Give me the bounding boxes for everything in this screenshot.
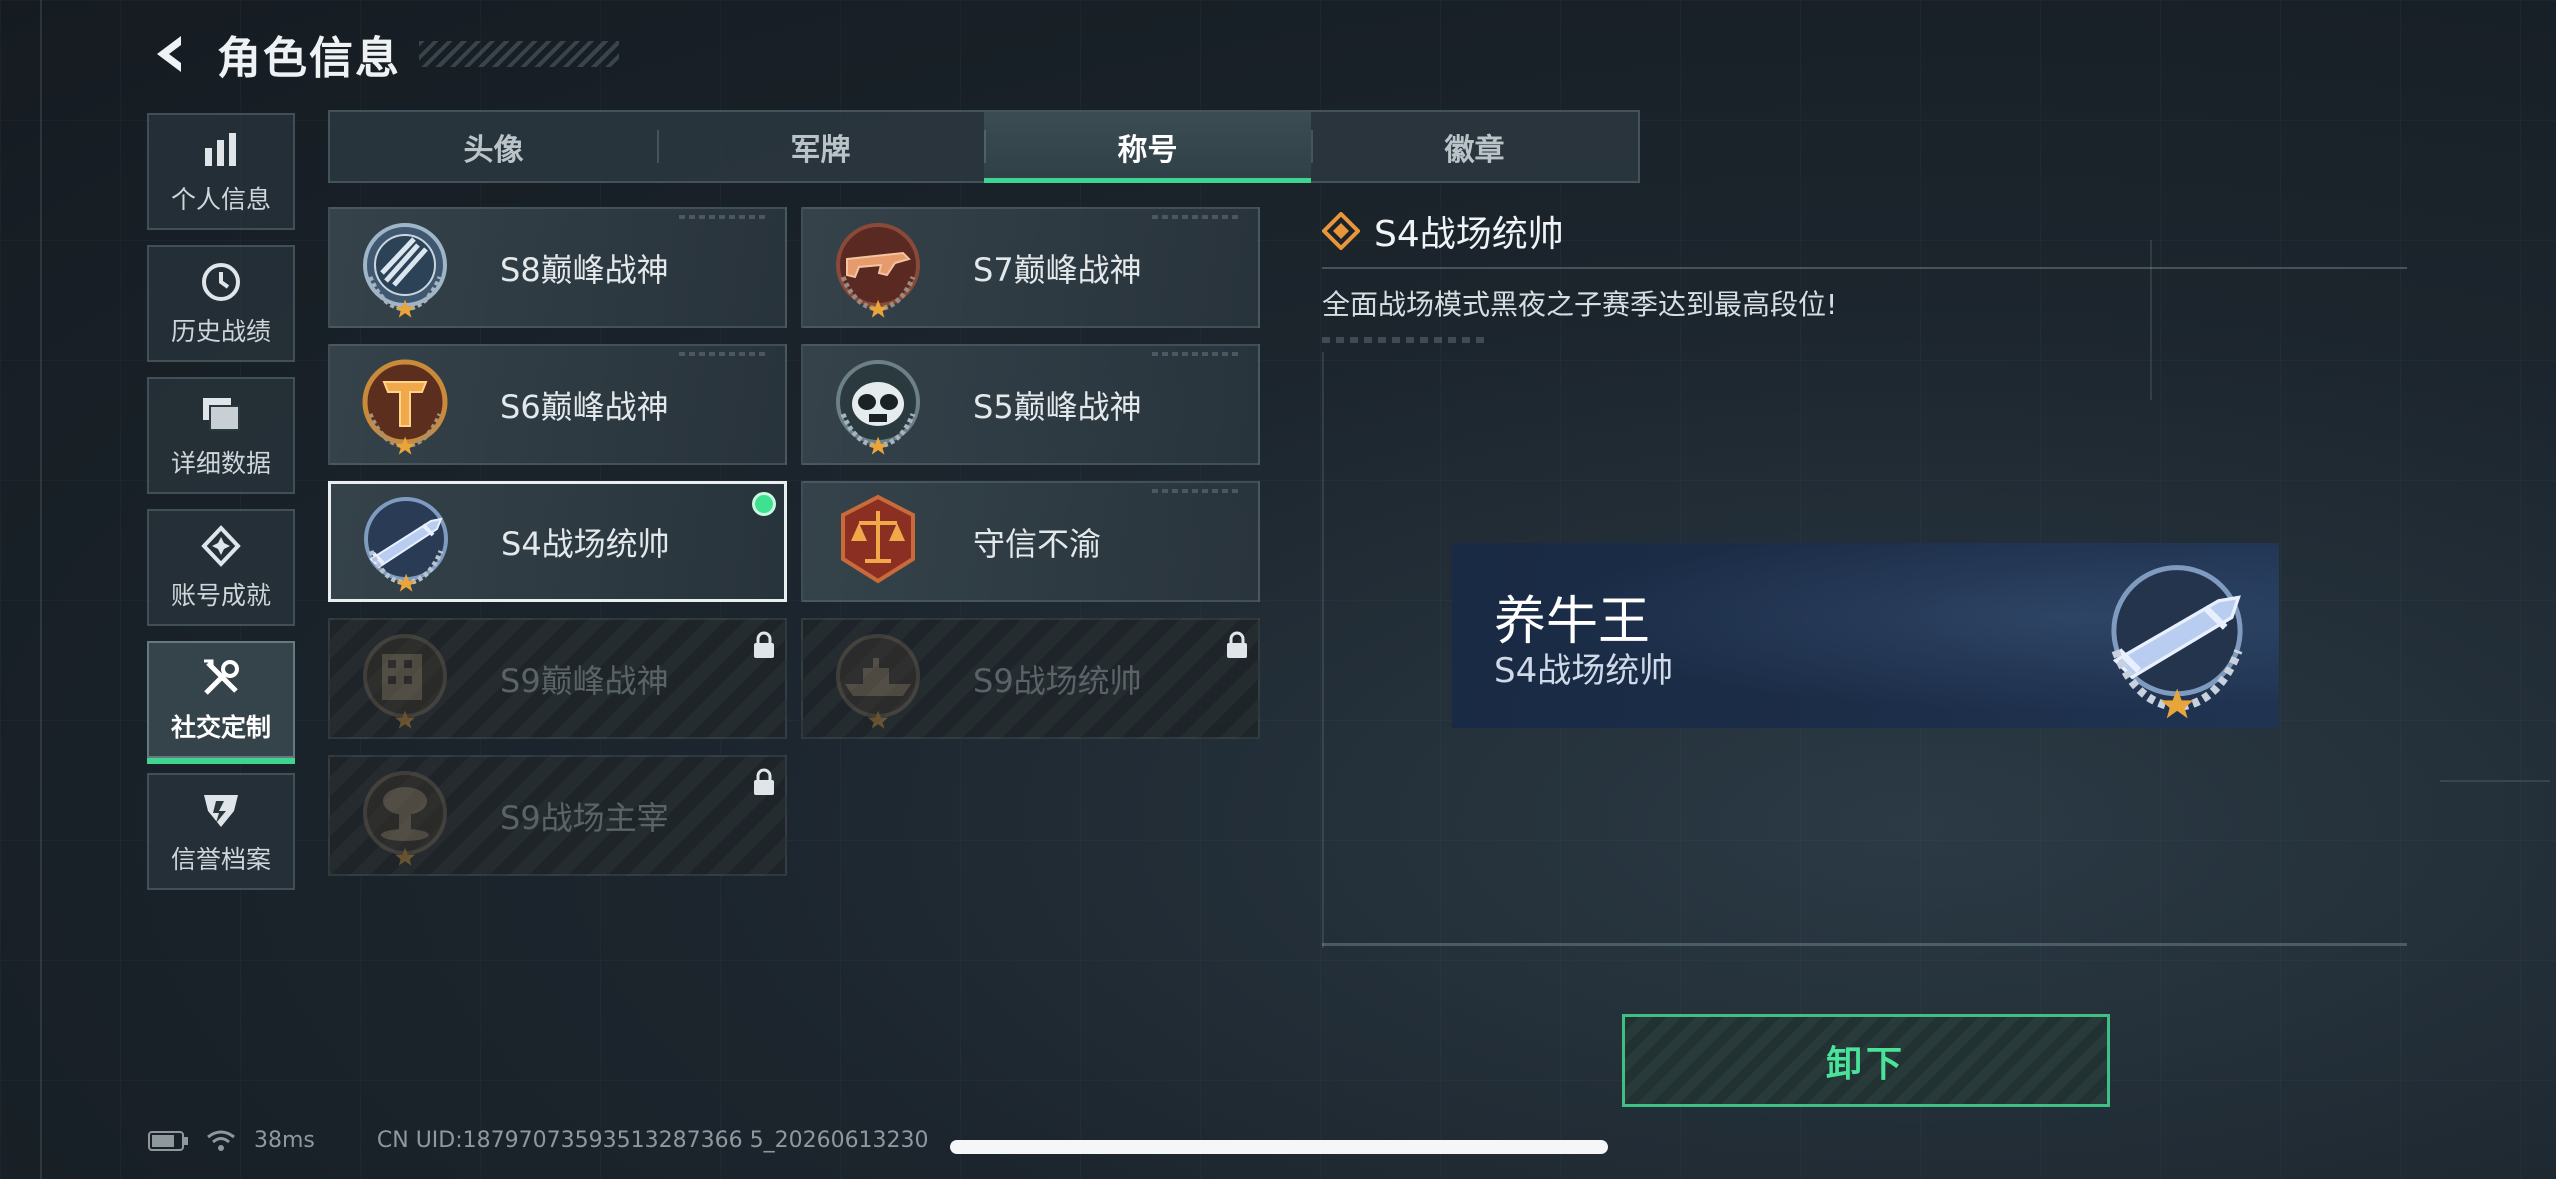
title-card[interactable]: S7巅峰战神 [801,207,1260,328]
t-emblem-medal-icon [362,359,448,455]
crossed-rifles-medal-icon [363,222,447,318]
lock-icon [754,631,774,658]
tab-avatar[interactable]: 头像 [330,112,657,181]
title-card-name: 守信不渝 [973,524,1102,563]
home-indicator[interactable] [950,1140,1608,1154]
sidebar-item-match-history[interactable]: 历史战绩 [147,245,295,362]
unequip-button[interactable]: 卸下 [1622,1014,2110,1107]
sidebar-item-achievements[interactable]: 账号成就 [147,509,295,626]
ping-readout: 38ms [254,1128,315,1153]
title-card-name: S9巅峰战神 [500,661,669,700]
building-medal-icon [363,633,447,729]
missile-medal-icon [2111,565,2243,719]
detail-description: 全面战场模式黑夜之子赛季达到最高段位! [1322,288,1838,321]
detail-title: S4战场统帅 [1374,214,1564,255]
title-card-name: S9战场统帅 [973,661,1142,700]
detail-header: S4战场统帅 [1322,205,2407,257]
card-decoration [679,352,769,356]
header: 角色信息 [145,22,619,86]
sidebar-item-credit-record[interactable]: 信誉档案 [147,773,295,890]
uid-text: CN UID:18797073593513287366 5_2026061323… [376,1128,929,1153]
page-title: 角色信息 [217,33,401,84]
sidebar-item-detailed-data[interactable]: 详细数据 [147,377,295,494]
deco-line [2440,780,2550,782]
title-card-name: S6巅峰战神 [500,387,669,426]
sidebar-item-label: 历史战绩 [170,316,271,346]
title-card-locked[interactable]: S9巅峰战神 [328,618,787,739]
divider [1322,943,2407,946]
back-button[interactable] [145,28,197,80]
title-preview-card: 养牛王 S4战场统帅 [1452,543,2279,728]
sidebar-item-label: 信誉档案 [170,844,271,874]
title-card-name: S8巅峰战神 [500,250,669,289]
mushroom-cloud-medal-icon [363,770,447,866]
assault-rifle-medal-icon [836,222,920,318]
description-decoration [1322,337,1487,343]
tab-bar: 头像 军牌 称号 徽章 [328,110,1640,183]
tab-dog-tag[interactable]: 军牌 [657,112,984,181]
achievement-icon [199,524,243,568]
sidebar-item-social-custom[interactable]: 社交定制 [147,641,295,764]
sidebar: 个人信息 历史战绩 详细数据 账号成就 社交定制 信誉档案 [147,113,295,905]
deco-line [40,0,42,1179]
title-card[interactable]: S8巅峰战神 [328,207,787,328]
title-decoration [419,41,619,67]
card-decoration [1152,489,1242,493]
sidebar-item-personal-info[interactable]: 个人信息 [147,113,295,230]
title-card-selected[interactable]: S4战场统帅 [328,481,787,602]
skull-mask-medal-icon [836,359,920,455]
title-card[interactable]: 守信不渝 [801,481,1260,602]
title-card-name: S5巅峰战神 [973,387,1142,426]
title-detail-panel: S4战场统帅 全面战场模式黑夜之子赛季达到最高段位! [1322,205,2407,343]
card-decoration [679,215,769,219]
tab-badge[interactable]: 徽章 [1311,112,1638,181]
wifi-icon [207,1130,235,1151]
title-card-name: S4战场统帅 [501,524,670,563]
title-card[interactable]: S5巅峰战神 [801,344,1260,465]
card-decoration [1152,215,1242,219]
sidebar-item-label: 详细数据 [170,448,271,478]
title-card[interactable]: S6巅峰战神 [328,344,787,465]
title-card-locked[interactable]: S9战场统帅 [801,618,1260,739]
lock-icon [1227,631,1247,658]
scales-medal-icon [841,494,915,583]
title-card-locked[interactable]: S9战场主宰 [328,755,787,876]
sidebar-item-label: 个人信息 [170,184,271,214]
tab-title[interactable]: 称号 [984,112,1311,183]
battery-icon [148,1130,188,1151]
diamond-icon [1322,212,1360,250]
title-card-name: S7巅峰战神 [973,250,1142,289]
bar-chart-icon [199,128,243,172]
lock-icon [754,768,774,795]
clock-icon [199,260,243,304]
sidebar-item-label: 社交定制 [170,712,271,742]
missile-medal-icon [364,496,448,592]
back-arrow-icon [157,36,181,72]
equipped-indicator-icon [752,492,776,516]
status-bar: 38ms CN UID:18797073593513287366 5_20260… [148,1128,929,1153]
title-card-name: S9战场主宰 [500,798,669,837]
warship-medal-icon [836,633,920,729]
credit-badge-icon [199,788,243,832]
folders-icon [199,392,243,436]
preview-title: S4战场统帅 [1494,651,1674,691]
card-decoration [1152,352,1242,356]
tools-icon [199,656,243,700]
sidebar-item-label: 账号成就 [170,580,271,610]
divider [1322,267,2407,269]
